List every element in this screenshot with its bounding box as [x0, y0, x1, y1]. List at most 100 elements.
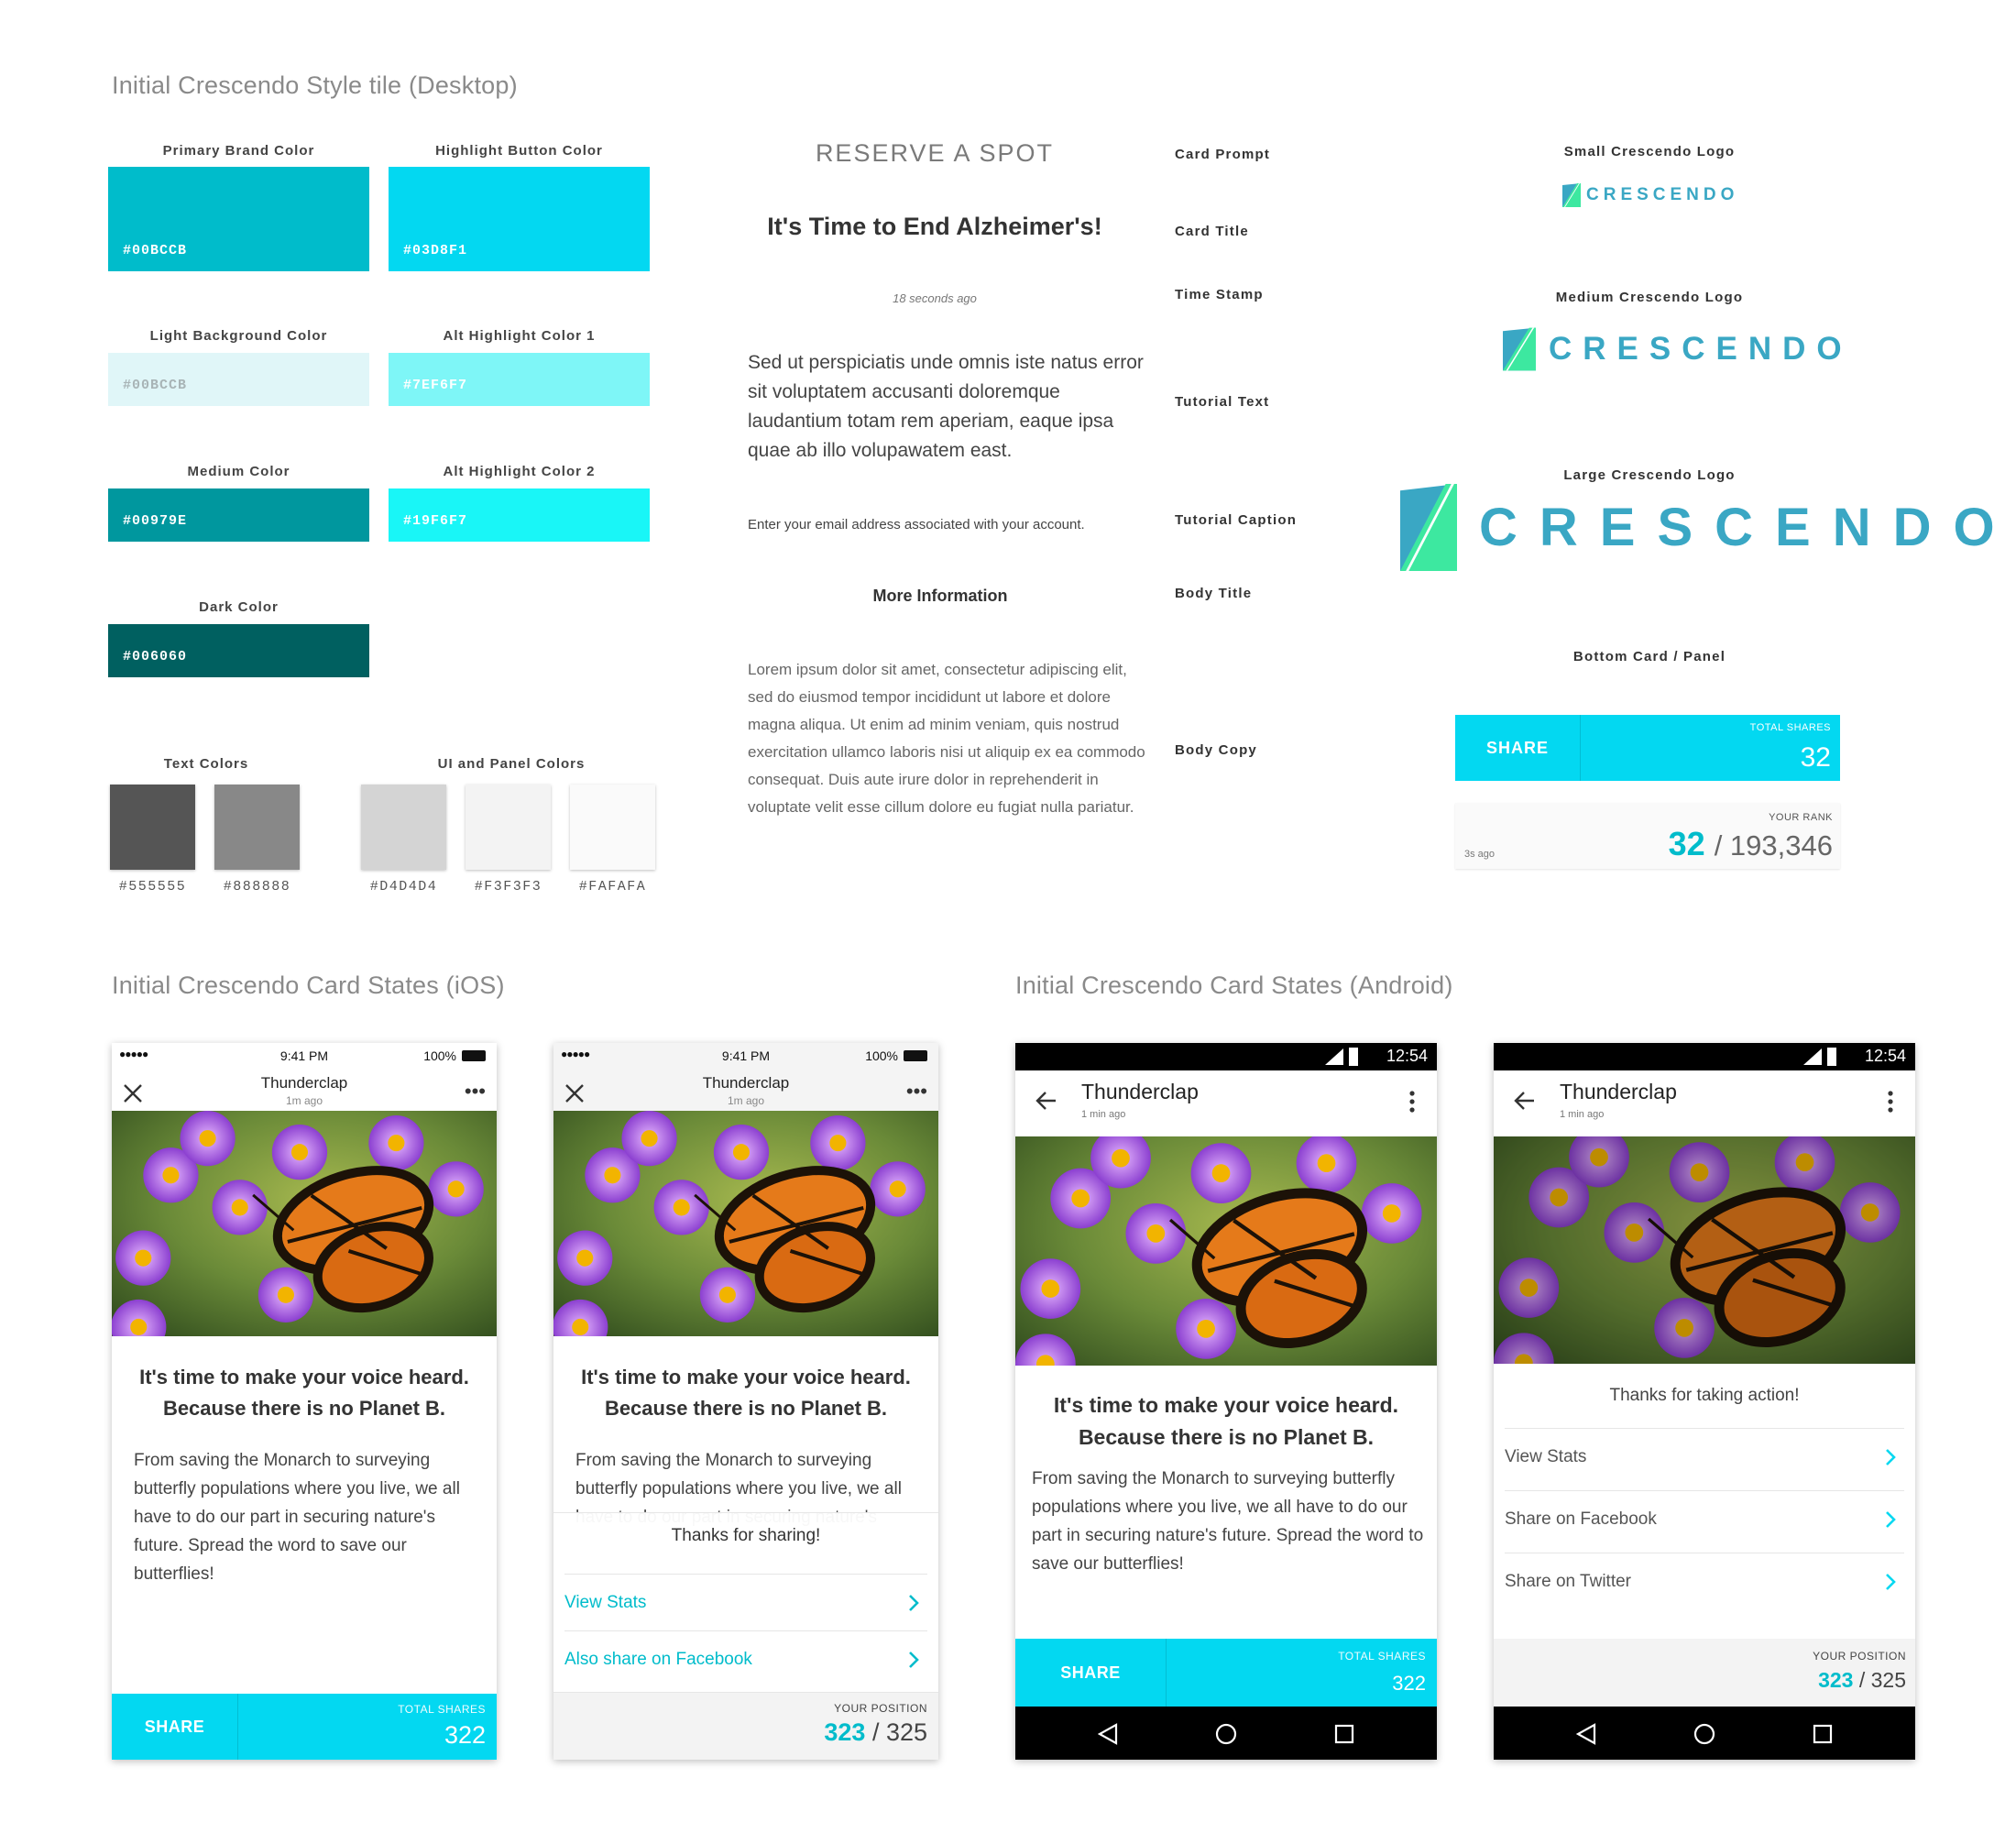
butterfly-photo — [1015, 1136, 1437, 1366]
android-card-share-state: 12:54 Thunderclap 1 min ago It's time to… — [1015, 1043, 1437, 1760]
battery-icon — [904, 1050, 927, 1061]
share-button[interactable]: SHARE — [1455, 715, 1581, 781]
app-bar-subtitle: 1 min ago — [1081, 1109, 1126, 1120]
logo-wordmark: CRESCENDO — [1479, 498, 2016, 557]
position-label: YOUR POSITION — [834, 1702, 927, 1715]
card-heading-line-2: Because there is no Planet B. — [162, 1397, 446, 1420]
share-twitter-link[interactable]: Share on Twitter — [1505, 1553, 1904, 1609]
card-heading-line-1: It's time to make your voice heard. — [581, 1366, 911, 1388]
battery-percent: 100% — [423, 1048, 456, 1063]
share-facebook-link[interactable]: Share on Facebook — [1505, 1490, 1904, 1547]
butterfly-photo — [112, 1111, 497, 1336]
text-colors-label: Text Colors — [163, 756, 249, 772]
swatch-medium: #00979E — [108, 488, 369, 542]
swatch-label: Primary Brand Color — [162, 143, 315, 159]
color-hex-label: #888888 — [223, 879, 291, 895]
android-nav-bar — [1015, 1707, 1437, 1760]
card-body-text: From saving the Monarch to surveying but… — [1032, 1469, 1424, 1574]
share-button[interactable]: SHARE — [112, 1694, 238, 1760]
overflow-menu-icon[interactable] — [1888, 1091, 1893, 1113]
rank-label: YOUR RANK — [1769, 812, 1833, 823]
butterfly-photo — [553, 1111, 938, 1336]
share-twitter-label: Share on Twitter — [1505, 1571, 1632, 1591]
crescendo-mark-icon — [1503, 327, 1536, 371]
swatch-label: Dark Color — [199, 599, 279, 615]
crescendo-mark-icon — [1400, 484, 1457, 571]
nav-back-icon[interactable] — [1098, 1723, 1118, 1745]
share-button[interactable]: SHARE — [1015, 1639, 1167, 1707]
position-value: 323 — [1818, 1668, 1854, 1692]
total-shares-label: TOTAL SHARES — [1338, 1650, 1426, 1663]
total-shares-value: 32 — [1800, 742, 1831, 773]
card-prompt-sample: RESERVE A SPOT — [815, 139, 1055, 167]
nav-home-icon[interactable] — [1215, 1723, 1237, 1745]
bottom-panel-label: Bottom Card / Panel — [1572, 649, 1726, 664]
small-crescendo-logo: CRESCENDO — [1562, 183, 1738, 207]
android-status-bar: 12:54 — [1494, 1043, 1915, 1070]
card-prompt-label: Card Prompt — [1175, 147, 1271, 162]
chevron-right-icon — [909, 1651, 919, 1668]
nav-title: Thunderclap — [260, 1074, 348, 1092]
tutorial-text-sample: Sed ut perspiciatis unde omnis iste natu… — [748, 352, 1144, 461]
back-arrow-icon[interactable] — [1514, 1091, 1536, 1111]
large-crescendo-logo: CRESCENDO — [1400, 484, 2016, 571]
nav-recents-icon[interactable] — [1334, 1724, 1354, 1744]
app-bar-title: Thunderclap — [1560, 1080, 1677, 1103]
more-icon[interactable]: ••• — [465, 1080, 486, 1103]
swatch-hex: #19F6F7 — [403, 513, 468, 529]
battery-icon — [1827, 1048, 1836, 1066]
position-panel: YOUR POSITION 323 / 325 — [553, 1692, 938, 1760]
swatch-primary-brand: #00BCCB — [108, 167, 369, 271]
card-heading-line-1: It's time to make your voice heard. — [139, 1366, 469, 1388]
share-panel-sample: SHARE TOTAL SHARES 32 — [1455, 715, 1840, 781]
chevron-right-icon — [1886, 1573, 1896, 1590]
swatch-hex: #006060 — [123, 649, 188, 664]
back-arrow-icon[interactable] — [1035, 1091, 1057, 1111]
share-facebook-label: Share on Facebook — [1505, 1509, 1657, 1529]
more-icon[interactable]: ••• — [906, 1080, 927, 1103]
rank-panel-sample: YOUR RANK 3s ago 32 / 193,346 — [1455, 803, 1840, 869]
swatch-hex: #00979E — [123, 513, 188, 529]
style-tile-title: Initial Crescendo Style tile (Desktop) — [112, 71, 518, 99]
position-total: / 325 — [871, 1718, 927, 1746]
butterfly-image — [553, 1111, 938, 1336]
nav-back-icon[interactable] — [1576, 1723, 1596, 1745]
swatch-hex: #7EF6F7 — [403, 378, 468, 393]
thanks-message: Thanks for sharing! — [671, 1526, 821, 1545]
thanks-message: Thanks for taking action! — [1609, 1386, 1800, 1405]
rank-value: 32 — [1668, 825, 1705, 862]
swatch-label: Alt Highlight Color 1 — [443, 328, 596, 344]
signal-icon — [1325, 1048, 1343, 1065]
android-app-bar: Thunderclap 1 min ago — [1015, 1070, 1437, 1129]
position-panel: YOUR POSITION 323 / 325 — [1494, 1639, 1915, 1707]
total-shares-label: TOTAL SHARES — [1749, 722, 1831, 733]
nav-subtitle: 1m ago — [285, 1094, 323, 1107]
small-logo-label: Small Crescendo Logo — [1563, 144, 1736, 159]
share-facebook-link[interactable]: Also share on Facebook — [564, 1630, 927, 1687]
panel-colors-label: UI and Panel Colors — [437, 756, 586, 772]
view-stats-link[interactable]: View Stats — [1505, 1428, 1904, 1485]
medium-logo-label: Medium Crescendo Logo — [1555, 290, 1744, 305]
nav-home-icon[interactable] — [1693, 1723, 1715, 1745]
tutorial-caption-label: Tutorial Caption — [1175, 512, 1298, 528]
overflow-menu-icon[interactable] — [1409, 1091, 1415, 1113]
view-stats-label: View Stats — [1505, 1446, 1587, 1466]
app-bar-subtitle: 1 min ago — [1560, 1109, 1605, 1120]
position-total: / 325 — [1858, 1668, 1906, 1692]
swatch-label: Alt Highlight Color 2 — [443, 464, 596, 479]
battery-icon — [1349, 1048, 1358, 1066]
swatch-hex: #00BCCB — [123, 378, 188, 393]
android-card-shared-state: 12:54 Thunderclap 1 min ago Thanks for t… — [1494, 1043, 1915, 1760]
ios-section-title: Initial Crescendo Card States (iOS) — [112, 971, 505, 999]
view-stats-link[interactable]: View Stats — [564, 1574, 927, 1630]
status-time: 12:54 — [1386, 1047, 1428, 1065]
color-hex-label: #555555 — [118, 879, 187, 895]
nav-recents-icon[interactable] — [1813, 1724, 1833, 1744]
time-stamp-sample: 18 seconds ago — [893, 291, 977, 305]
total-shares-label: TOTAL SHARES — [398, 1703, 486, 1716]
card-heading-line-2: Because there is no Planet B. — [604, 1397, 888, 1420]
swatch-label: Light Background Color — [149, 328, 328, 344]
butterfly-image — [112, 1111, 497, 1336]
nav-title: Thunderclap — [702, 1074, 790, 1092]
swatch-light-background: #00BCCB — [108, 353, 369, 406]
